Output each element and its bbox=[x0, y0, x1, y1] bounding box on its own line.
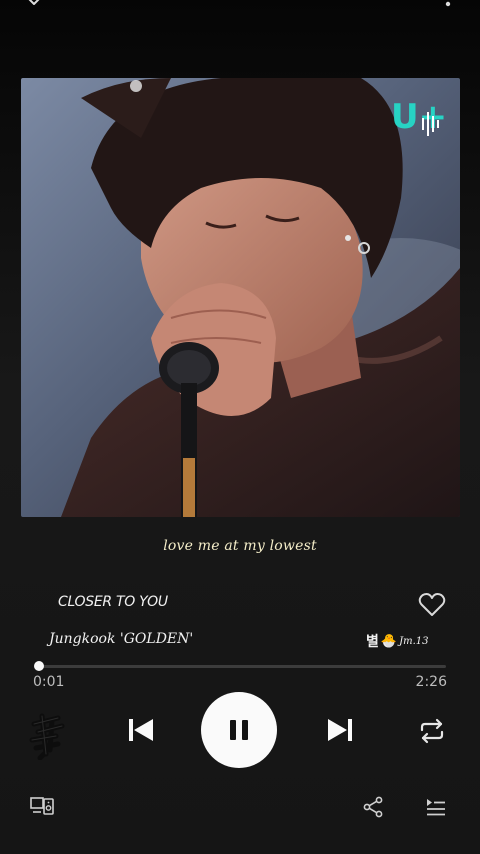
broadcaster-watermark: U+ bbox=[391, 97, 447, 137]
chick-icon: 🐣 bbox=[380, 633, 398, 649]
sticker-hangul: 별 bbox=[366, 634, 379, 650]
seek-handle[interactable] bbox=[33, 661, 44, 671]
album-artwork: U+ bbox=[21, 78, 460, 517]
sticker-tag: Jm.13 bbox=[399, 635, 429, 647]
skip-previous-icon bbox=[129, 719, 153, 741]
sticker-thumbnail[interactable] bbox=[28, 710, 68, 761]
chevron-down-icon[interactable] bbox=[22, 0, 46, 12]
devices-icon bbox=[30, 797, 54, 815]
total-time: 2:26 bbox=[415, 674, 447, 690]
next-button[interactable] bbox=[326, 716, 354, 744]
queue-button[interactable] bbox=[426, 797, 446, 817]
heart-icon bbox=[418, 593, 446, 616]
profile-sticker: 별 🐣 Jm.13 bbox=[366, 631, 428, 651]
previous-button[interactable] bbox=[127, 716, 155, 744]
artist-name: Jungkook 'GOLDEN' bbox=[49, 631, 194, 647]
repeat-icon bbox=[420, 718, 444, 744]
track-title: CLOSER TO YOU bbox=[58, 594, 168, 610]
like-button[interactable] bbox=[418, 592, 446, 618]
seek-bar[interactable] bbox=[33, 661, 446, 671]
skip-next-icon bbox=[328, 719, 352, 741]
devices-button[interactable] bbox=[30, 796, 54, 816]
repeat-button[interactable] bbox=[418, 718, 446, 744]
share-button[interactable] bbox=[362, 796, 384, 818]
queue-icon bbox=[427, 799, 445, 816]
elapsed-time: 0:01 bbox=[33, 674, 65, 690]
pause-button[interactable] bbox=[201, 692, 277, 768]
pause-icon bbox=[230, 720, 248, 740]
sketch-icon bbox=[29, 713, 65, 761]
watermark-logo: U+ bbox=[391, 97, 447, 137]
more-vertical-icon[interactable] bbox=[444, 0, 452, 10]
seek-track bbox=[36, 665, 446, 668]
now-playing-screen: U+ love me at my lowest CLOSER TO YOU Ju… bbox=[0, 0, 480, 854]
share-icon bbox=[363, 796, 383, 818]
lyric-line: love me at my lowest bbox=[163, 538, 317, 554]
